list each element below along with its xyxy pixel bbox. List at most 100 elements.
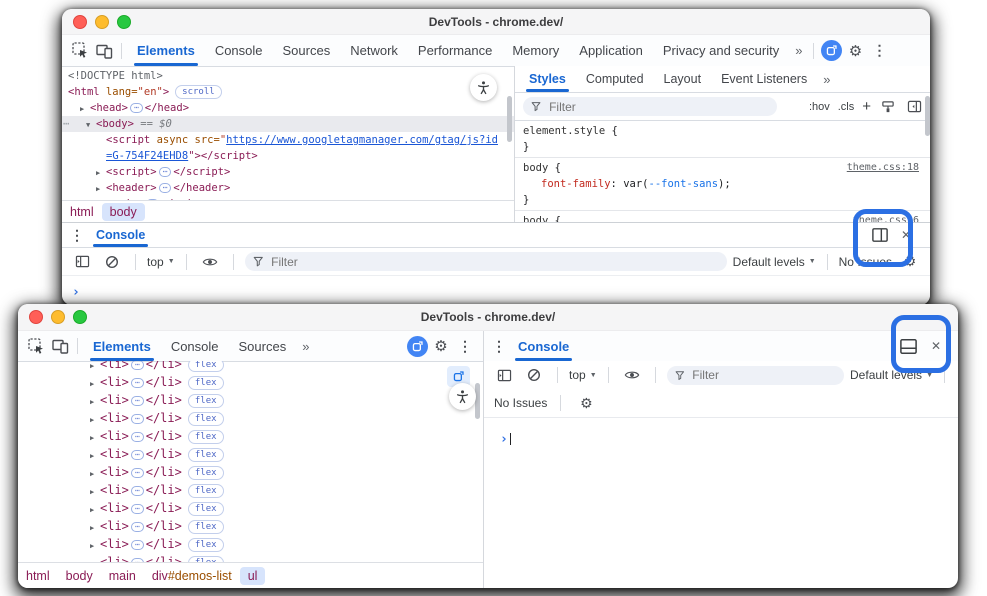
close-drawer-icon[interactable]: ✕ (894, 223, 918, 247)
device-toolbar-icon[interactable] (48, 334, 72, 358)
kebab-menu-icon[interactable]: ⋮ (453, 334, 477, 358)
flex-badge[interactable]: flex (188, 412, 224, 426)
accessibility-button[interactable] (470, 74, 497, 101)
live-expression-eye-icon[interactable] (620, 363, 644, 387)
breadcrumb-html[interactable]: html (62, 203, 102, 221)
style-rule-body-theme18[interactable]: theme.css:18body { font-family: var(--fo… (515, 158, 930, 211)
context-selector[interactable]: top▼ (147, 255, 175, 269)
tab-sources[interactable]: Sources (273, 35, 341, 66)
kebab-menu-icon[interactable]: ⋮ (867, 39, 891, 63)
no-issues-label[interactable]: No Issues (839, 255, 892, 269)
dock-to-bottom-icon[interactable] (896, 334, 920, 358)
inline-expand-icon[interactable]: ⋯ (131, 361, 144, 370)
scrollbar-thumb[interactable] (475, 383, 480, 419)
style-rule-inline[interactable]: element.style { } (515, 121, 930, 158)
dom-node-gtag-script[interactable]: <script async src="https://www.googletag… (68, 132, 504, 164)
source-link[interactable]: theme.css:18 (847, 160, 919, 176)
tree-row-li[interactable]: ▶<li>⋯</li>flex (18, 373, 483, 391)
dock-to-side-icon[interactable] (868, 223, 892, 247)
flex-badge[interactable]: flex (188, 538, 224, 552)
console-prompt-row[interactable]: › (484, 418, 958, 448)
inline-expand-icon[interactable]: ⋯ (159, 167, 172, 177)
drawer-kebab-menu-icon[interactable]: ⋮ (68, 223, 86, 247)
toggle-class-button[interactable]: .cls (838, 101, 855, 113)
node-options-dots[interactable]: ⋯ (63, 116, 69, 132)
tab-network[interactable]: Network (340, 35, 408, 66)
default-levels-selector[interactable]: Default levels▼ (850, 368, 933, 382)
breadcrumb-div-demos-list[interactable]: div#demos-list (144, 567, 240, 585)
sidebar-tab-layout[interactable]: Layout (654, 66, 712, 92)
flex-badge[interactable]: flex (188, 430, 224, 444)
scroll-badge[interactable]: scroll (175, 85, 222, 99)
breadcrumb-body[interactable]: body (58, 567, 101, 585)
settings-gear-icon[interactable]: ⚙ (429, 334, 453, 358)
element-state-panel-icon[interactable] (905, 95, 923, 119)
tab-console[interactable]: Console (161, 331, 229, 361)
console-sidebar-icon[interactable] (70, 250, 94, 274)
breadcrumb-body[interactable]: body (102, 203, 145, 221)
source-link[interactable]: theme.css:6 (853, 213, 919, 222)
dom-node-doctype[interactable]: <!DOCTYPE html> (68, 68, 514, 84)
console-filter-input[interactable] (690, 367, 836, 383)
clear-console-icon[interactable] (100, 250, 124, 274)
tree-row-li[interactable]: ▶<li>⋯</li>flex (18, 499, 483, 517)
sidebar-tab-styles[interactable]: Styles (519, 66, 576, 92)
console-filter-input[interactable] (269, 254, 719, 270)
tree-row-li[interactable]: ▶<li>⋯</li>flex (18, 427, 483, 445)
flex-badge[interactable]: flex (188, 361, 224, 372)
tab-performance[interactable]: Performance (408, 35, 502, 66)
collapse-arrow-icon[interactable]: ▼ (86, 117, 96, 133)
context-selector[interactable]: top▼ (569, 368, 597, 382)
tab-console[interactable]: Console (205, 35, 273, 66)
sidebar-tab-event-listeners[interactable]: Event Listeners (711, 66, 817, 92)
tree-row-li[interactable]: ▶<li>⋯</li>flex (18, 517, 483, 535)
styles-filter-input[interactable] (547, 99, 769, 115)
console-sidebar-icon[interactable] (492, 363, 516, 387)
tree-row-li[interactable]: ▶<li>⋯</li>flex (18, 409, 483, 427)
default-levels-selector[interactable]: Default levels▼ (733, 255, 816, 269)
console-settings-gear-icon[interactable]: ⚙ (898, 250, 922, 274)
breadcrumb-ul[interactable]: ul (240, 567, 266, 585)
drawer-tab-console[interactable]: Console (86, 223, 155, 247)
tree-row-li[interactable]: ▶<li>⋯</li>flex (18, 445, 483, 463)
close-pane-icon[interactable]: ✕ (924, 334, 948, 358)
tree-row-li[interactable]: ▶<li>⋯</li>flex (18, 391, 483, 409)
flex-badge[interactable]: flex (188, 448, 224, 462)
scrollbar-thumb[interactable] (925, 96, 930, 136)
dom-node-script[interactable]: ▶<script>⋯</script> (68, 164, 514, 180)
tab-sources[interactable]: Sources (229, 331, 297, 361)
accessibility-button[interactable] (449, 383, 476, 410)
toggle-hover-state-button[interactable]: :hov (809, 101, 830, 113)
tab-memory[interactable]: Memory (502, 35, 569, 66)
tree-row-li[interactable]: ▶<li>⋯</li>flex (18, 463, 483, 481)
flex-badge[interactable]: flex (188, 394, 224, 408)
inspect-element-icon[interactable] (68, 39, 92, 63)
tab-application[interactable]: Application (569, 35, 653, 66)
more-tabs-icon[interactable]: » (296, 339, 315, 354)
expand-arrow-icon[interactable]: ▶ (80, 101, 90, 117)
console-prompt-row[interactable]: › (62, 276, 930, 301)
dom-node-html[interactable]: <html lang="en">scroll (68, 84, 514, 100)
inline-expand-icon[interactable]: ⋯ (130, 103, 143, 113)
console-filter[interactable] (667, 366, 844, 385)
breadcrumb-main[interactable]: main (101, 567, 144, 585)
tab-elements[interactable]: Elements (127, 35, 205, 66)
console-pane-tab[interactable]: Console (508, 331, 579, 361)
new-style-rule-button[interactable]: + (862, 98, 871, 115)
live-expression-eye-icon[interactable] (198, 250, 222, 274)
sidebar-tab-computed[interactable]: Computed (576, 66, 654, 92)
device-mode-badge-icon[interactable] (819, 39, 843, 63)
flex-badge[interactable]: flex (188, 376, 224, 390)
dom-node-header[interactable]: ▶<header>⋯</header> (68, 180, 514, 196)
tree-row-li[interactable]: ▶<li>⋯</li>flex (18, 481, 483, 499)
dom-node-head[interactable]: ▶<head>⋯</head> (68, 100, 514, 116)
rendering-emulation-icon[interactable] (879, 95, 897, 119)
console-filter[interactable] (245, 252, 727, 271)
tree-row-li[interactable]: ▶<li>⋯</li>flex (18, 553, 483, 562)
more-tabs-icon[interactable]: » (817, 72, 836, 87)
flex-badge[interactable]: flex (188, 520, 224, 534)
tree-row-li[interactable]: ▶<li>⋯</li>flex (18, 361, 483, 373)
no-issues-label[interactable]: No Issues (494, 396, 547, 410)
tab-elements[interactable]: Elements (83, 331, 161, 361)
pane-kebab-menu-icon[interactable]: ⋮ (490, 334, 508, 358)
